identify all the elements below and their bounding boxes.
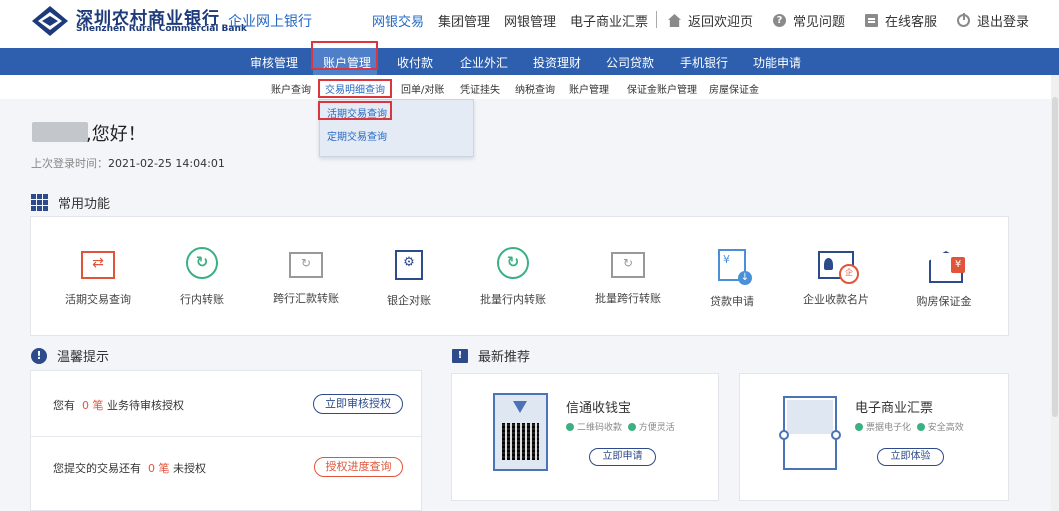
check-icon <box>916 423 925 431</box>
func-interbank-transfer[interactable]: 跨行汇款转账 <box>251 247 361 306</box>
recommend-card-qr-features: 二维码收款 方便灵活 <box>566 420 675 433</box>
main-nav-apply[interactable]: 功能申请 <box>753 54 801 71</box>
highlight-account-mgmt <box>311 41 378 70</box>
recommend-card-ebill-title: 电子商业汇票 <box>855 401 934 416</box>
func-batch-interbank[interactable]: 批量跨行转账 <box>573 247 683 306</box>
main-nav: 审核管理 账户管理 收付款 企业外汇 投资理财 公司贷款 手机银行 功能申请 <box>0 48 1059 75</box>
top-nav: 网银交易 集团管理 网银管理 电子商业汇票 <box>372 11 662 30</box>
highlight-demand-query <box>318 101 392 120</box>
flag-icon: ! <box>452 348 468 363</box>
func-house-deposit[interactable]: 购房保证金 <box>889 247 999 309</box>
bank-name-en: Shenzhen Rural Commercial Bank <box>76 24 247 34</box>
try-now-button[interactable]: 立即体验 <box>877 448 944 466</box>
main-nav-forex[interactable]: 企业外汇 <box>460 54 508 71</box>
tray-transfer-icon <box>289 252 323 278</box>
scrollbar[interactable] <box>1051 75 1059 511</box>
greeting: ,您好！ <box>86 124 146 145</box>
loan-doc-icon <box>718 249 752 285</box>
chat-icon <box>865 14 879 27</box>
top-nav-group-mgmt[interactable]: 集团管理 <box>438 11 490 30</box>
house-icon <box>927 249 965 281</box>
check-icon <box>627 423 636 431</box>
recommend-header: ! 最新推荐 <box>452 346 530 365</box>
func-demand-query[interactable]: 活期交易查询 <box>43 247 153 307</box>
qr-code-icon <box>493 393 548 471</box>
sub-nav-tax-query[interactable]: 纳税查询 <box>515 81 555 96</box>
alert-icon: ! <box>31 347 47 364</box>
sub-nav-receipt[interactable]: 回单/对账 <box>401 81 444 96</box>
apply-now-button[interactable]: 立即申请 <box>589 448 656 466</box>
recommend-card-ebill-features: 票据电子化 安全高效 <box>855 420 964 433</box>
sub-nav-margin-account[interactable]: 保证金账户管理 <box>627 81 697 96</box>
main-nav-payments[interactable]: 收付款 <box>397 54 433 71</box>
check-icon <box>855 423 863 431</box>
highlight-transaction-detail <box>318 79 392 98</box>
top-nav-online-trade[interactable]: 网银交易 <box>372 11 424 30</box>
ticket-icon <box>779 396 841 470</box>
question-icon: ? <box>773 14 787 27</box>
cycle-icon <box>186 247 218 279</box>
func-batch-internal[interactable]: 批量行内转账 <box>458 247 568 307</box>
dropdown-fixed-query[interactable]: 定期交易查询 <box>327 128 387 143</box>
faq-link[interactable]: ? 常见问题 <box>773 11 845 30</box>
common-functions-header: 常用功能 <box>31 193 110 212</box>
check-icon <box>566 423 574 431</box>
safe-icon <box>395 250 423 280</box>
tips-row-unauthorized: 您提交的交易还有 0 笔 未授权 <box>53 462 206 475</box>
sub-nav-voucher-loss[interactable]: 凭证挂失 <box>460 81 500 96</box>
tips-divider <box>31 436 421 437</box>
logout-link[interactable]: 退出登录 <box>957 11 1029 30</box>
sub-nav-house-deposit[interactable]: 房屋保证金 <box>709 81 759 96</box>
redacted-username <box>32 122 88 142</box>
top-nav-ebank-mgmt[interactable]: 网银管理 <box>504 11 556 30</box>
power-icon <box>957 13 971 27</box>
tips-header: ! 温馨提示 <box>31 346 109 365</box>
func-loan-apply[interactable]: 贷款申请 <box>677 247 787 309</box>
bank-logo-icon <box>32 6 68 36</box>
utility-nav: 返回欢迎页 ? 常见问题 在线客服 退出登录 <box>668 11 1049 30</box>
auth-progress-button[interactable]: 授权进度查询 <box>314 457 403 477</box>
sub-nav-account-query[interactable]: 账户查询 <box>271 81 311 96</box>
main-nav-wealth[interactable]: 投资理财 <box>533 54 581 71</box>
portal-title: 企业网上银行 <box>228 14 312 30</box>
back-to-welcome-link[interactable]: 返回欢迎页 <box>668 11 753 30</box>
main-nav-review[interactable]: 审核管理 <box>250 54 298 71</box>
tray-transfer-icon <box>611 252 645 278</box>
recommend-card-qr[interactable] <box>451 373 719 501</box>
tips-panel <box>30 370 422 511</box>
func-receipt-card[interactable]: 企业收款名片 <box>781 247 891 307</box>
last-login: 上次登录时间：2021-02-25 14:04:01 <box>31 157 225 170</box>
top-bar: 深圳农村商业银行 Shenzhen Rural Commercial Bank … <box>0 0 1059 48</box>
top-nav-e-bill[interactable]: 电子商业汇票 <box>570 11 648 30</box>
scrollbar-thumb[interactable] <box>1052 97 1058 417</box>
transfer-icon <box>81 251 115 279</box>
sub-nav: 账户查询 交易明细查询 回单/对账 凭证挂失 纳税查询 账户管理 保证金账户管理… <box>0 75 1059 99</box>
cycle-icon <box>497 247 529 279</box>
tips-row-pending: 您有 0 笔 业务待审核授权 <box>53 399 184 412</box>
func-internal-transfer[interactable]: 行内转账 <box>147 247 257 307</box>
func-bank-reconcile[interactable]: 银企对账 <box>354 247 464 308</box>
sub-nav-account-mgmt[interactable]: 账户管理 <box>569 81 609 96</box>
card-icon <box>818 251 859 284</box>
home-icon <box>668 14 681 27</box>
online-service-link[interactable]: 在线客服 <box>865 11 937 30</box>
nav-divider <box>656 11 657 28</box>
main-nav-mobile[interactable]: 手机银行 <box>680 54 728 71</box>
main-nav-loans[interactable]: 公司贷款 <box>606 54 654 71</box>
grid-icon <box>31 194 48 211</box>
recommend-card-qr-title: 信通收钱宝 <box>566 401 632 416</box>
review-authorize-button[interactable]: 立即审核授权 <box>313 394 403 414</box>
